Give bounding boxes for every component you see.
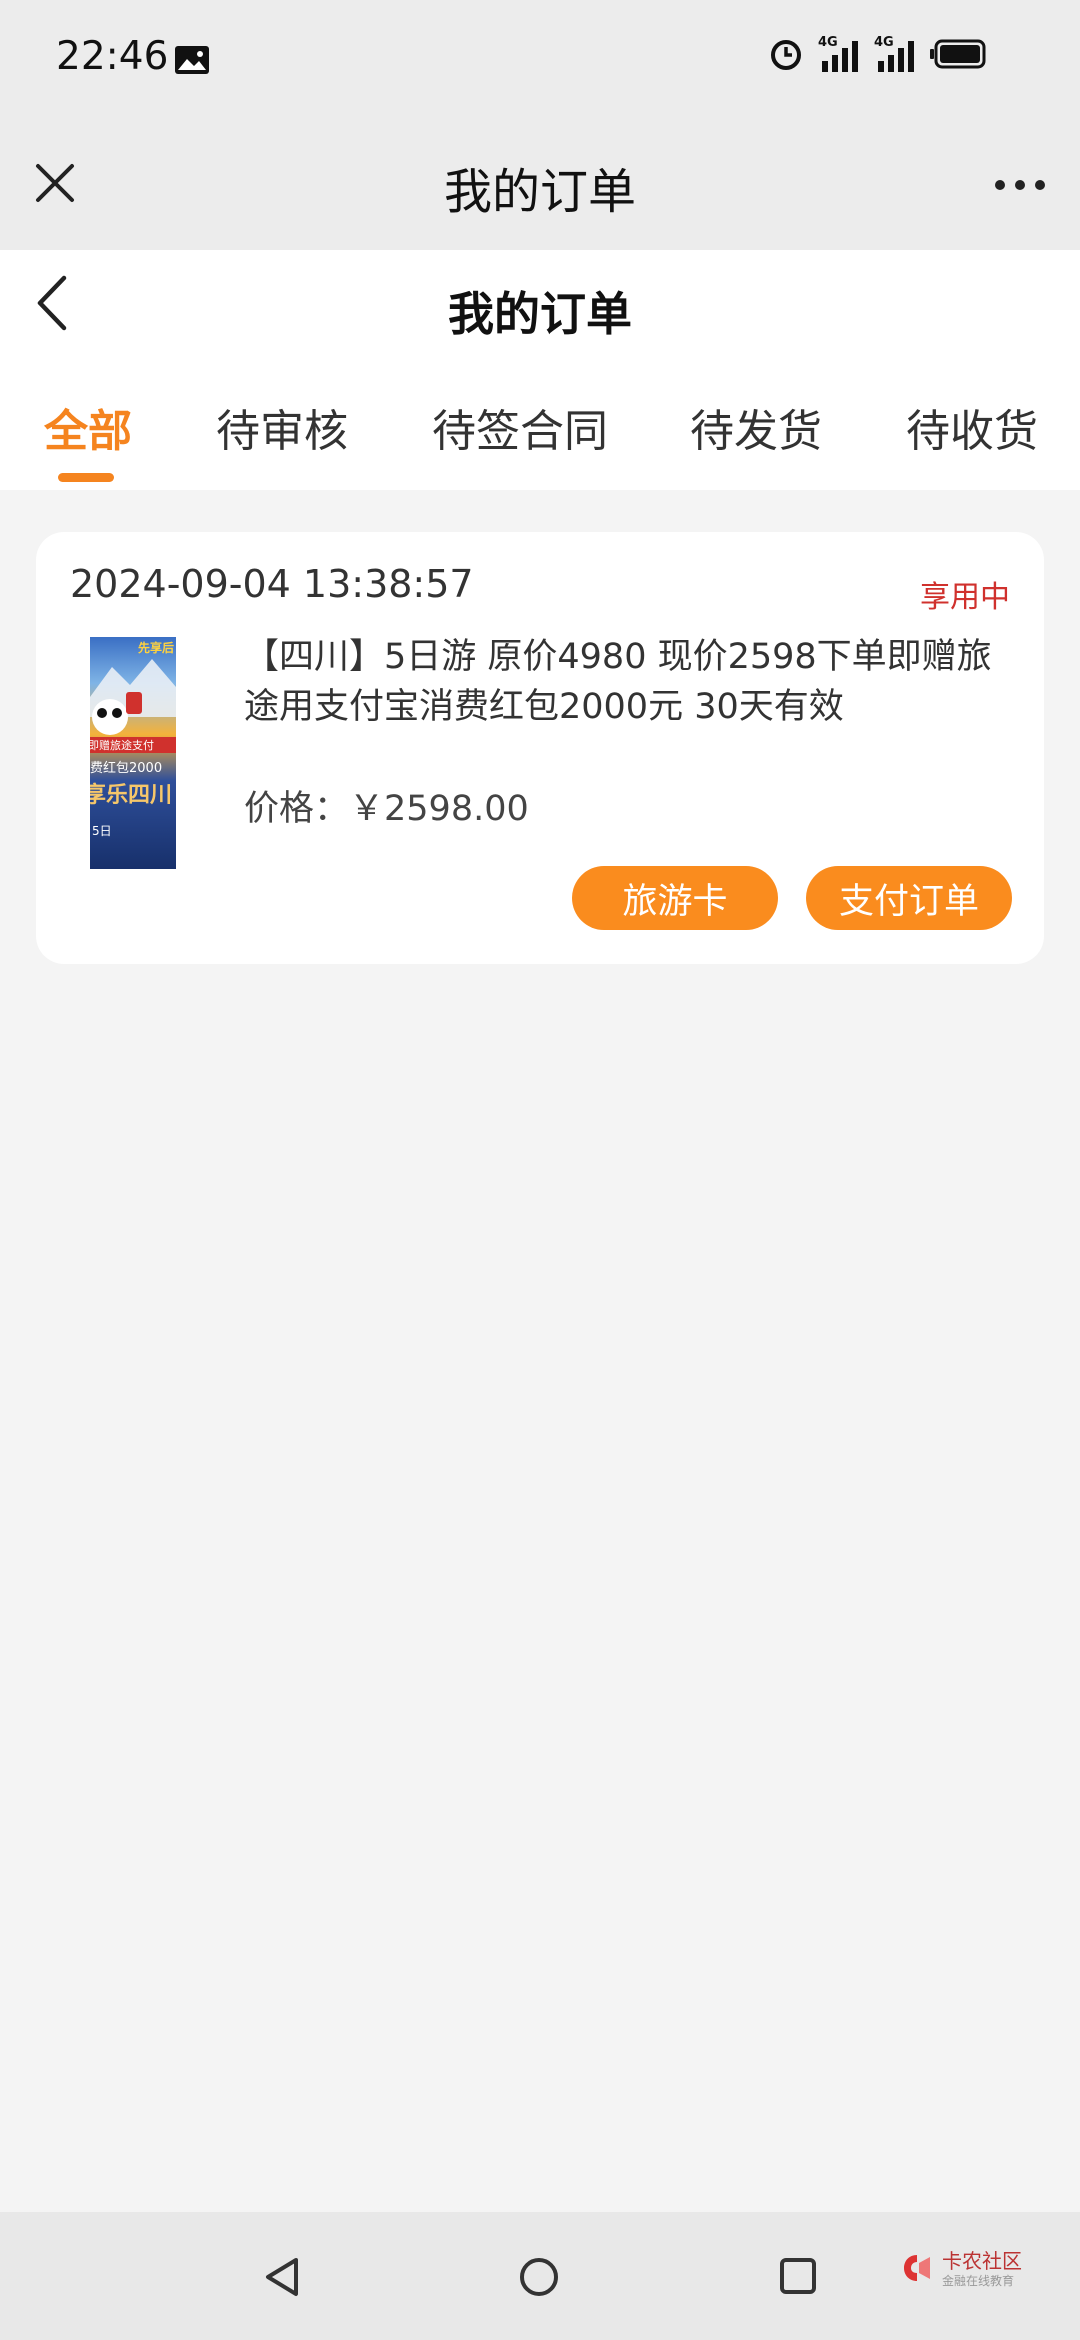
alarm-icon	[768, 36, 804, 76]
watermark-subtitle: 金融在线教育	[942, 2274, 1015, 2288]
signal-4g-icon: 4G	[818, 35, 860, 73]
price-label: 价格：	[244, 789, 350, 829]
thumb-text: 费红包2000	[90, 761, 163, 776]
pay-order-button[interactable]: 支付订单	[806, 866, 1012, 930]
battery-icon	[930, 39, 986, 73]
thumb-text: 享乐四川	[90, 783, 173, 808]
tab-pending-shipment[interactable]: 待发货	[690, 395, 822, 459]
active-tab-indicator	[58, 473, 114, 482]
system-navbar: 卡农社区 金融在线教育	[0, 2212, 1080, 2340]
tab-all[interactable]: 全部	[44, 395, 132, 459]
order-tabs: 全部 待审核 待签合同 待发货 待收货	[0, 395, 1080, 490]
status-bar: 22:46 4G 4G	[0, 0, 1080, 120]
product-thumbnail[interactable]: 先享后 即赠旅途支付 费红包2000 享乐四川 5日	[90, 637, 176, 869]
price-value: ￥2598.00	[349, 789, 529, 829]
order-datetime: 2024-09-04 13:38:57	[70, 562, 474, 606]
page-header: 我的订单 全部 待审核 待签合同 待发货 待收货	[0, 250, 1080, 490]
thumb-text: 5日	[92, 824, 112, 838]
product-title[interactable]: 【四川】5日游 原价4980 现价2598下单即赠旅途用支付宝消费红包2000元…	[244, 632, 1004, 732]
watermark: 卡农社区 金融在线教育	[900, 2250, 1022, 2289]
signal-4g-icon: 4G	[874, 35, 916, 73]
watermark-title: 卡农社区	[942, 2249, 1022, 2273]
status-icons: 4G 4G	[768, 35, 986, 76]
back-triangle-icon[interactable]	[262, 2256, 302, 2302]
app-topbar: 我的订单	[0, 120, 1080, 250]
order-price: 价格：￥2598.00	[244, 780, 529, 831]
more-icon[interactable]	[990, 170, 1050, 200]
tab-pending-review[interactable]: 待审核	[216, 395, 348, 459]
image-icon	[174, 45, 210, 79]
topbar-title: 我的订单	[443, 164, 636, 220]
order-card[interactable]: 2024-09-04 13:38:57 享用中 先享后 即赠旅途支付 费红包20…	[36, 532, 1044, 964]
watermark-logo-icon	[900, 2251, 934, 2289]
home-circle-icon[interactable]	[518, 2256, 560, 2302]
status-time: 22:46	[56, 34, 169, 79]
page-title: 我的订单	[448, 287, 632, 341]
thumb-text: 即赠旅途支付	[90, 737, 176, 753]
status-badge: 享用中	[920, 580, 1010, 615]
tab-pending-contract[interactable]: 待签合同	[432, 395, 608, 459]
tab-pending-receipt[interactable]: 待收货	[906, 395, 1038, 459]
travel-card-button[interactable]: 旅游卡	[572, 866, 778, 930]
recent-square-icon[interactable]	[778, 2256, 818, 2300]
